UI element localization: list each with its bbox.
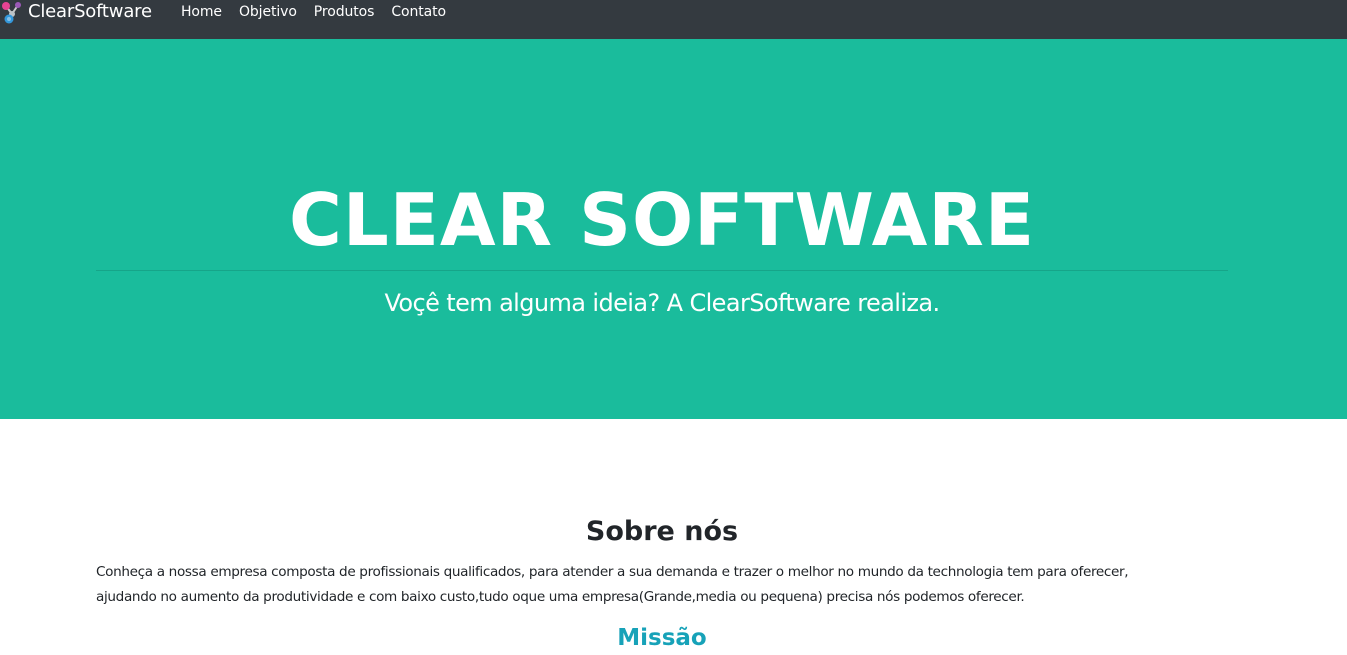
about-title: Sobre nós [585,516,739,547]
nav-link-contato[interactable]: Contato [391,1,446,23]
brand-link[interactable]: ClearSoftware [0,0,152,24]
mission-title: Missão [617,625,707,651]
nav-menu: Home Objetivo Produtos Contato [181,0,463,24]
nav-link-home[interactable]: Home [181,1,222,23]
hero-title: CLEAR SOFTWARE [288,178,1036,262]
molecule-logo-icon [2,2,21,24]
nav-link-objetivo[interactable]: Objetivo [239,1,297,23]
brand-name: ClearSoftware [28,1,152,22]
navbar: ClearSoftware Home Objetivo Produtos Con… [0,0,1347,39]
about-text: Conheça a nossa empresa composta de prof… [96,560,1236,610]
nav-link-produtos[interactable]: Produtos [314,1,375,23]
about-text-line-1: Conheça a nossa empresa composta de prof… [96,564,1129,580]
hero-divider [96,270,1228,271]
about-text-line-2: ajudando no aumento da produtividade e c… [96,589,1025,605]
hero-section: CLEAR SOFTWARE Voçê tem alguma ideia? A … [0,39,1347,419]
hero-subtitle: Voçê tem alguma ideia? A ClearSoftware r… [384,289,940,317]
